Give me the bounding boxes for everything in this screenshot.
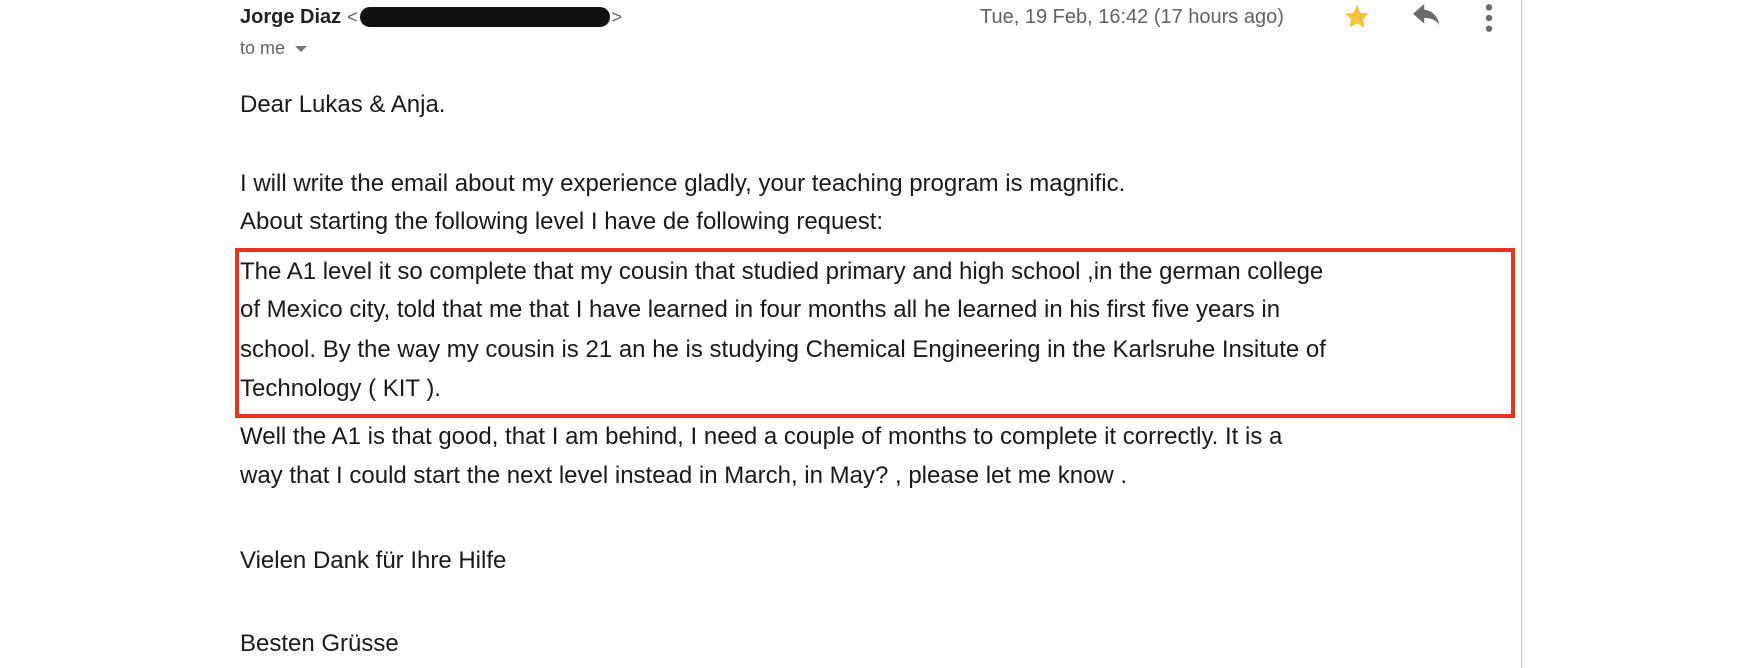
sender-name[interactable]: Jorge Diaz [240,6,341,29]
star-icon[interactable] [1342,2,1372,32]
more-vert-icon[interactable] [1482,2,1496,34]
more-options-button[interactable] [1482,2,1496,34]
star-button[interactable] [1342,2,1372,32]
closing-regards: Besten Grüsse [240,630,399,657]
email-close-bracket: > [611,6,623,27]
paragraph-1-line-1: I will write the email about my experien… [240,170,1126,197]
email-open-bracket: < [347,6,358,27]
message-timestamp: Tue, 19 Feb, 16:42 (17 hours ago) [980,6,1284,28]
highlight-annotation-box [235,248,1515,418]
chevron-down-icon[interactable] [295,45,308,52]
greeting: Dear Lukas & Anja. [240,91,446,118]
recipient-dropdown[interactable]: to me [240,38,308,59]
reply-icon[interactable] [1410,4,1444,32]
redaction-bar [359,7,610,27]
paragraph-2-line-2: way that I could start the next level in… [240,462,1128,489]
reply-button[interactable] [1410,4,1444,32]
sender-email-redacted: < > [347,7,622,28]
paragraph-2-line-1: Well the A1 is that good, that I am behi… [240,423,1283,450]
sender-row: Jorge Diaz < > [240,4,622,30]
closing-thanks: Vielen Dank für Ihre Hilfe [240,547,507,574]
paragraph-1-line-2: About starting the following level I hav… [240,208,884,235]
recipient-label: to me [240,38,286,58]
pane-divider [1521,0,1522,668]
